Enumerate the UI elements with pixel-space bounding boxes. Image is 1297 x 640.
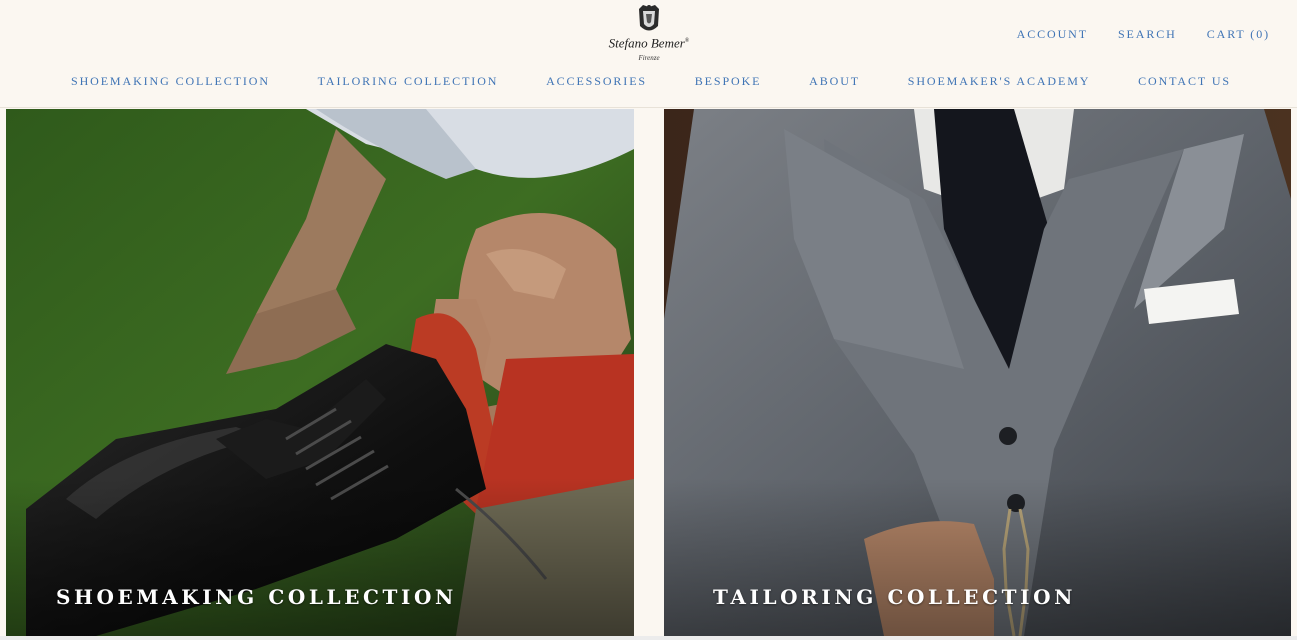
grey-suit-photo <box>664 109 1291 636</box>
nav-accessories[interactable]: ACCESSORIES <box>546 74 647 88</box>
crest-icon <box>639 5 659 31</box>
search-link[interactable]: SEARCH <box>1118 27 1177 41</box>
nav-tailoring-collection[interactable]: TAILORING COLLECTION <box>318 74 499 88</box>
shoe-lacing-photo <box>6 109 634 636</box>
page-bottom-strip <box>0 636 1297 640</box>
main-nav: SHOEMAKING COLLECTION TAILORING COLLECTI… <box>71 74 1231 88</box>
nav-about[interactable]: ABOUT <box>809 74 860 88</box>
cart-link[interactable]: CART (0) <box>1207 27 1270 41</box>
tailoring-collection-card[interactable]: TAILORING COLLECTION <box>664 109 1291 636</box>
shoemaking-collection-card[interactable]: SHOEMAKING COLLECTION <box>6 109 634 636</box>
nav-shoemakers-academy[interactable]: SHOEMAKER'S ACADEMY <box>908 74 1091 88</box>
nav-contact-us[interactable]: CONTACT US <box>1138 74 1231 88</box>
site-header: Stefano Bemer® Firenze ACCOUNT SEARCH CA… <box>0 0 1297 108</box>
nav-bespoke[interactable]: BESPOKE <box>695 74 762 88</box>
brand-logo[interactable]: Stefano Bemer® Firenze <box>599 2 699 64</box>
brand-city: Firenze <box>638 54 660 62</box>
shoemaking-collection-title: SHOEMAKING COLLECTION <box>56 585 457 609</box>
tailoring-collection-title: TAILORING COLLECTION <box>713 585 1077 609</box>
nav-shoemaking-collection[interactable]: SHOEMAKING COLLECTION <box>71 74 270 88</box>
brand-name: Stefano Bemer® <box>608 35 690 51</box>
account-link[interactable]: ACCOUNT <box>1017 27 1088 41</box>
utility-nav: ACCOUNT SEARCH CART (0) <box>1017 27 1270 41</box>
